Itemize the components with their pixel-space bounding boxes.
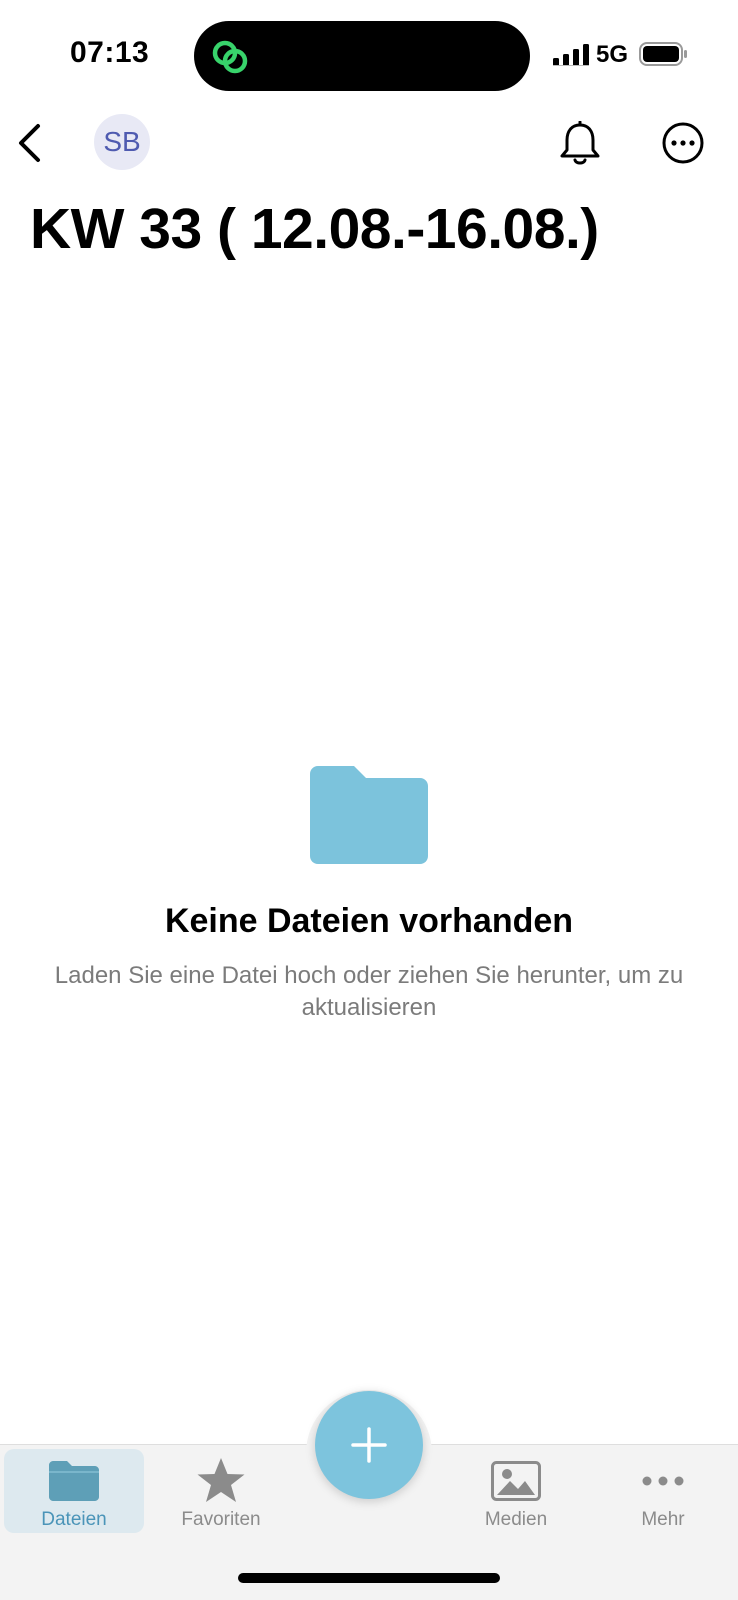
status-time: 07:13 (70, 36, 150, 69)
folder-icon (310, 766, 428, 864)
notifications-button[interactable] (556, 118, 604, 170)
home-indicator (238, 1573, 500, 1583)
star-icon (197, 1458, 245, 1502)
more-options-button[interactable] (660, 120, 706, 166)
tab-dateien[interactable]: Dateien (4, 1449, 144, 1533)
chevron-left-icon (19, 124, 40, 162)
tab-favoriten[interactable]: Favoriten (151, 1449, 291, 1533)
plus-icon (351, 1427, 387, 1463)
ellipsis-circle-icon (662, 122, 704, 164)
battery-icon (639, 42, 687, 66)
empty-state-description: Laden Sie eine Datei hoch oder ziehen Si… (54, 962, 684, 1021)
dynamic-island (194, 21, 530, 91)
status-bar: 07:13 5G (0, 0, 738, 100)
tab-medien[interactable]: Medien (446, 1449, 586, 1533)
network-type: 5G (596, 41, 629, 68)
bell-icon (560, 121, 600, 165)
tab-mehr[interactable]: Mehr (593, 1449, 733, 1533)
more-horizontal-icon (642, 1476, 684, 1486)
tab-label: Favoriten (181, 1509, 261, 1530)
page-title: KW 33 ( 12.08.-16.08.) (30, 197, 599, 261)
link-activity-icon (212, 40, 248, 74)
add-button[interactable] (315, 1391, 423, 1499)
tab-label: Dateien (41, 1509, 107, 1530)
empty-state-title: Keine Dateien vorhanden (164, 902, 574, 940)
tab-label: Medien (484, 1509, 548, 1530)
avatar[interactable]: SB (94, 114, 150, 170)
image-icon (491, 1461, 541, 1501)
back-button[interactable] (10, 118, 50, 168)
folder-icon (49, 1461, 99, 1501)
tab-label: Mehr (641, 1509, 685, 1530)
signal-icon (553, 44, 589, 66)
